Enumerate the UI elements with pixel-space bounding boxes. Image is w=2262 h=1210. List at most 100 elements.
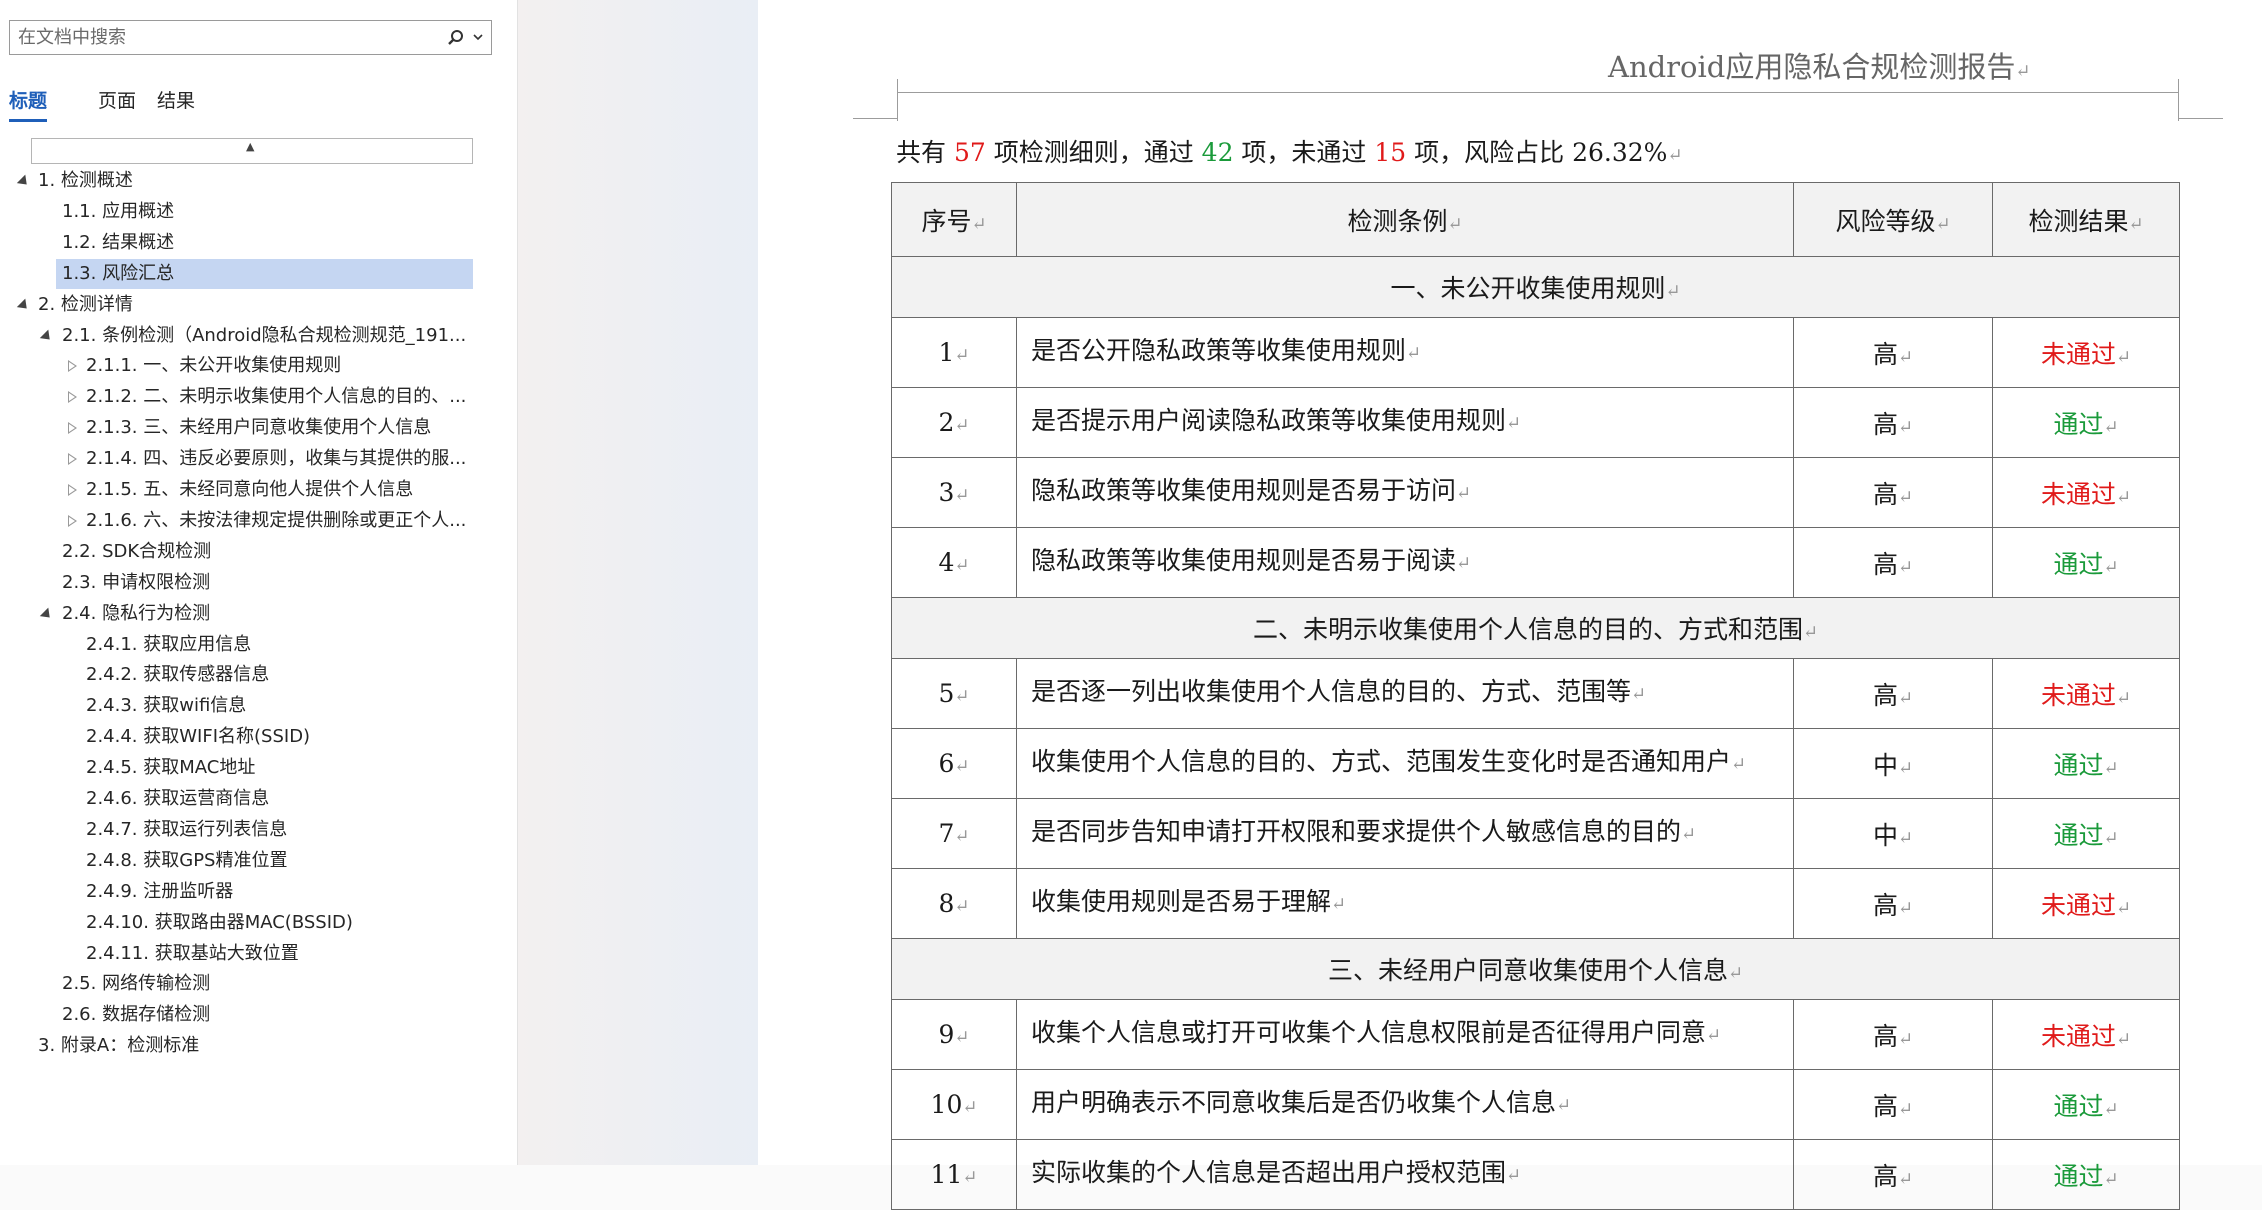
tree-item[interactable]: 2.4. 隐私行为检测 [0, 599, 470, 629]
collapsed-toggle-icon[interactable] [65, 514, 79, 528]
risk-level-text: 中 [1872, 820, 1898, 850]
tree-item[interactable]: 2.3. 申请权限检测 [0, 568, 470, 598]
paragraph-mark: ↵ [2015, 61, 2031, 82]
collapse-icon: ▲ [246, 140, 255, 153]
tree-item[interactable]: 2.4.6. 获取运营商信息 [0, 784, 470, 814]
result-status: 未通过↵ [1992, 317, 2180, 388]
header-rule [897, 92, 2179, 93]
paragraph-mark: ↵ [2103, 416, 2119, 438]
tree-item[interactable]: 1.3. 风险汇总 [56, 258, 473, 289]
search-icon[interactable] [447, 29, 465, 47]
search-input[interactable] [10, 21, 446, 54]
result-status: 通过↵ [1992, 728, 2180, 799]
tree-item[interactable]: 2.4.8. 获取GPS精准位置 [0, 846, 470, 876]
tree-item[interactable]: 2.1.4. 四、违反必要原则，收集与其提供的服... [0, 444, 470, 474]
row-number-text: 7 [938, 819, 955, 848]
tab-results[interactable]: 结果 [157, 88, 195, 122]
tree-item[interactable]: 2.4.9. 注册监听器 [0, 877, 470, 907]
paragraph-mark: ↵ [1897, 1028, 1914, 1050]
tree-item-label: 2.4.1. 获取应用信息 [86, 633, 252, 655]
rule-text: 隐私政策等收集使用规则是否易于阅读↵ [1016, 527, 1794, 598]
paragraph-mark: ↵ [2103, 556, 2119, 578]
expanded-toggle-icon[interactable] [18, 174, 32, 188]
tree-item[interactable]: 2.1. 条例检测（Android隐私合规检测规范_191... [0, 321, 470, 351]
tree-item-label: 2.4.2. 获取传感器信息 [86, 664, 270, 686]
tree-item-label: 1.1. 应用概述 [62, 200, 175, 222]
paragraph-mark: ↵ [1406, 343, 1422, 364]
rule-text-text: 是否提示用户阅读隐私政策等收集使用规则 [1031, 406, 1507, 435]
expanded-toggle-icon[interactable] [41, 607, 55, 621]
tree-item-label: 2.1. 条例检测（Android隐私合规检测规范_191... [62, 324, 467, 346]
tree-item[interactable]: 2.4.1. 获取应用信息 [0, 630, 470, 660]
tree-item[interactable]: 2.4.5. 获取MAC地址 [0, 753, 470, 783]
tree-item[interactable]: 2.4.7. 获取运行列表信息 [0, 815, 470, 845]
summary-line: 共有 57 项检测细则，通过 42 项，未通过 15 项，风险占比 26.32%… [896, 133, 1683, 169]
table-body: 一、未公开收集使用规则↵ 1↵ 是否公开隐私政策等收集使用规则↵ 高↵ 未通过↵ 2↵ 是否… [891, 256, 2180, 1210]
paragraph-mark: ↵ [2115, 687, 2132, 709]
search-box[interactable] [9, 20, 492, 55]
collapsed-toggle-icon[interactable] [65, 421, 79, 435]
paragraph-mark: ↵ [1897, 757, 1914, 779]
chevron-down-icon[interactable] [471, 30, 485, 44]
tree-item[interactable]: 3. 附录A：检测标准 [0, 1031, 470, 1061]
collapse-all-button[interactable]: ▲ [31, 138, 473, 164]
tree-item[interactable]: 2.4.2. 获取传感器信息 [0, 660, 470, 690]
tree-item[interactable]: 1. 检测概述 [0, 166, 470, 196]
collapsed-toggle-icon[interactable] [65, 390, 79, 404]
paragraph-mark: ↵ [2103, 1098, 2119, 1120]
tree-item[interactable]: 2.1.3. 三、未经用户同意收集使用个人信息 [0, 413, 470, 443]
tree-item[interactable]: 2.2. SDK合规检测 [0, 537, 470, 567]
paragraph-mark: ↵ [2115, 486, 2132, 508]
result-status: 通过↵ [1992, 798, 2180, 869]
crop-mark [853, 118, 898, 119]
collapsed-toggle-icon[interactable] [65, 452, 79, 466]
summary-text: 共有 [896, 138, 954, 167]
tree-item[interactable]: 1.1. 应用概述 [0, 197, 470, 227]
rule-text: 收集个人信息或打开可收集个人信息权限前是否征得用户同意↵ [1016, 999, 1794, 1070]
tree-item[interactable]: 2.4.4. 获取WIFI名称(SSID) [0, 722, 470, 752]
table-row: 2↵ 是否提示用户阅读隐私政策等收集使用规则↵ 高↵ 通过↵ [891, 387, 2180, 458]
tab-headings[interactable]: 标题 [9, 88, 48, 122]
paragraph-mark: ↵ [1706, 1025, 1722, 1046]
tree-item-label: 2.4.10. 获取路由器MAC(BSSID) [86, 911, 353, 933]
paragraph-mark: ↵ [1897, 416, 1914, 438]
tree-item[interactable]: 2.1.2. 二、未明示收集使用个人信息的目的、... [0, 382, 470, 412]
header-cell-risk: 风险等级↵ [1793, 182, 1993, 257]
risk-level: 高↵ [1793, 317, 1993, 388]
paragraph-mark: ↵ [1897, 827, 1914, 849]
risk-ratio: 项，风险占比 26.32% [1406, 138, 1668, 167]
tree-item[interactable]: 2.1.1. 一、未公开收集使用规则 [0, 351, 470, 381]
tree-item[interactable]: 2.1.5. 五、未经同意向他人提供个人信息 [0, 475, 470, 505]
result-status-text: 通过 [2053, 409, 2104, 439]
tree-item[interactable]: 2.6. 数据存储检测 [0, 1000, 470, 1030]
tree-item[interactable]: 2.4.3. 获取wifi信息 [0, 691, 470, 721]
tree-item-label: 1.3. 风险汇总 [62, 262, 175, 284]
row-number-text: 9 [938, 1020, 955, 1049]
risk-level: 高↵ [1793, 387, 1993, 458]
collapsed-toggle-icon[interactable] [65, 483, 79, 497]
tree-item[interactable]: 1.2. 结果概述 [0, 228, 470, 258]
rule-text: 用户明确表示不同意收集后是否仍收集个人信息↵ [1016, 1069, 1794, 1140]
tree-item-label: 2. 检测详情 [38, 293, 133, 315]
collapsed-toggle-icon[interactable] [65, 359, 79, 373]
paragraph-mark: ↵ [1681, 824, 1697, 845]
result-status: 未通过↵ [1992, 868, 2180, 939]
result-status: 通过↵ [1992, 387, 2180, 458]
document-background [518, 0, 758, 1165]
document-page[interactable]: Android应用隐私合规检测报告↵ 共有 57 项检测细则，通过 42 项，未… [758, 0, 2262, 1210]
paragraph-mark: ↵ [1897, 1168, 1914, 1190]
tree-item[interactable]: 2. 检测详情 [0, 290, 470, 320]
risk-level: 高↵ [1793, 527, 1993, 598]
tab-pages[interactable]: 页面 [98, 88, 136, 122]
rule-text-text: 收集使用个人信息的目的、方式、范围发生变化时是否通知用户 [1031, 747, 1732, 776]
tree-item[interactable]: 2.5. 网络传输检测 [0, 969, 470, 999]
tree-item-label: 2.1.2. 二、未明示收集使用个人信息的目的、... [86, 386, 467, 408]
expanded-toggle-icon[interactable] [18, 298, 32, 312]
tree-item[interactable]: 2.1.6. 六、未按法律规定提供删除或更正个人... [0, 506, 470, 536]
header-cell-rule: 检测条例↵ [1016, 182, 1794, 257]
crop-mark [897, 79, 898, 121]
rule-text-text: 是否同步告知申请打开权限和要求提供个人敏感信息的目的 [1031, 817, 1682, 846]
tree-item[interactable]: 2.4.10. 获取路由器MAC(BSSID) [0, 908, 470, 938]
expanded-toggle-icon[interactable] [41, 329, 55, 343]
tree-item[interactable]: 2.4.11. 获取基站大致位置 [0, 939, 470, 969]
